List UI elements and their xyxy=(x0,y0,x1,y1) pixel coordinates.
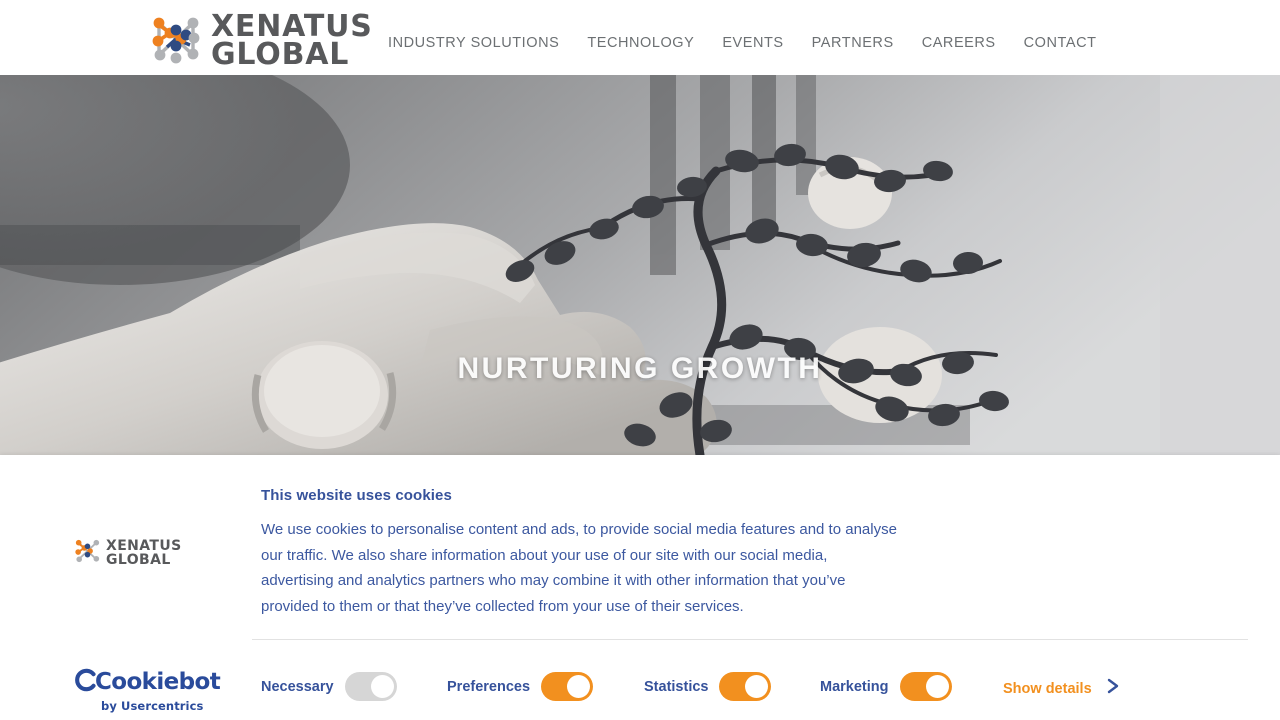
cookie-banner-logo-text: XENATUS GLOBAL xyxy=(106,539,182,568)
page-root: XENATUS GLOBAL INDUSTRY SOLUTIONS TECHNO… xyxy=(0,0,1280,720)
consent-group-necessary: Necessary xyxy=(261,672,397,701)
cookie-banner-logo-line2: GLOBAL xyxy=(106,551,171,568)
cookie-message: This website uses cookies We use cookies… xyxy=(261,487,901,619)
cookie-banner-divider xyxy=(252,639,1248,640)
main-navigation: INDUSTRY SOLUTIONS TECHNOLOGY EVENTS PAR… xyxy=(388,35,1111,51)
nav-item-partners[interactable]: PARTNERS xyxy=(798,35,908,51)
toggle-knob xyxy=(745,675,769,698)
chevron-right-icon xyxy=(1106,676,1120,701)
consent-label-statistics: Statistics xyxy=(644,678,709,695)
consent-label-preferences: Preferences xyxy=(447,678,531,695)
consent-toggle-preferences[interactable] xyxy=(541,672,594,701)
consent-group-marketing: Marketing xyxy=(820,672,952,701)
cookie-consent-toggles: Cookiebot by Usercentrics Necessary Pref… xyxy=(0,658,1280,720)
cookie-consent-banner: XENATUS GLOBAL This website uses cookies… xyxy=(0,455,1280,720)
cookiebot-logo[interactable]: Cookiebot by Usercentrics xyxy=(73,668,221,713)
nav-item-careers[interactable]: CAREERS xyxy=(908,35,1010,51)
cookie-banner-top: XENATUS GLOBAL This website uses cookies… xyxy=(0,455,1280,640)
consent-group-statistics: Statistics xyxy=(644,672,772,701)
hero-image xyxy=(0,75,1280,455)
nav-item-industry-solutions[interactable]: INDUSTRY SOLUTIONS xyxy=(388,35,573,51)
show-details-button[interactable]: Show details xyxy=(1003,676,1120,701)
consent-label-necessary: Necessary xyxy=(261,678,334,695)
nav-item-events[interactable]: EVENTS xyxy=(708,35,797,51)
cookiebot-wordmark: Cookiebot xyxy=(73,668,221,697)
cookie-heading: This website uses cookies xyxy=(261,487,452,504)
xenatus-network-icon xyxy=(150,14,202,69)
consent-toggle-necessary[interactable] xyxy=(344,672,397,701)
consent-label-marketing: Marketing xyxy=(820,678,889,695)
consent-toggle-marketing[interactable] xyxy=(899,672,952,701)
cookie-body-text: We use cookies to personalise content an… xyxy=(261,521,897,615)
toggle-knob xyxy=(370,675,394,698)
site-logo-line2: GLOBAL xyxy=(211,37,350,73)
site-logo-text: XENATUS GLOBAL xyxy=(211,11,373,73)
consent-group-preferences: Preferences xyxy=(447,672,594,701)
toggle-knob xyxy=(925,675,949,698)
cookiebot-name: Cookiebot xyxy=(95,669,221,695)
cookiebot-byline: by Usercentrics xyxy=(101,699,204,713)
site-logo[interactable]: XENATUS GLOBAL xyxy=(150,11,373,73)
site-header: XENATUS GLOBAL INDUSTRY SOLUTIONS TECHNO… xyxy=(0,0,1280,75)
nav-item-contact[interactable]: CONTACT xyxy=(1010,35,1111,51)
show-details-label: Show details xyxy=(1003,680,1092,697)
nav-item-technology[interactable]: TECHNOLOGY xyxy=(573,35,708,51)
xenatus-network-icon-small xyxy=(74,538,101,569)
cookiebot-c-icon xyxy=(73,668,97,697)
cookie-banner-site-logo: XENATUS GLOBAL xyxy=(74,538,182,569)
toggle-knob xyxy=(567,675,591,698)
hero-caption: NURTURING GROWTH xyxy=(457,352,823,385)
consent-toggle-statistics[interactable] xyxy=(719,672,772,701)
